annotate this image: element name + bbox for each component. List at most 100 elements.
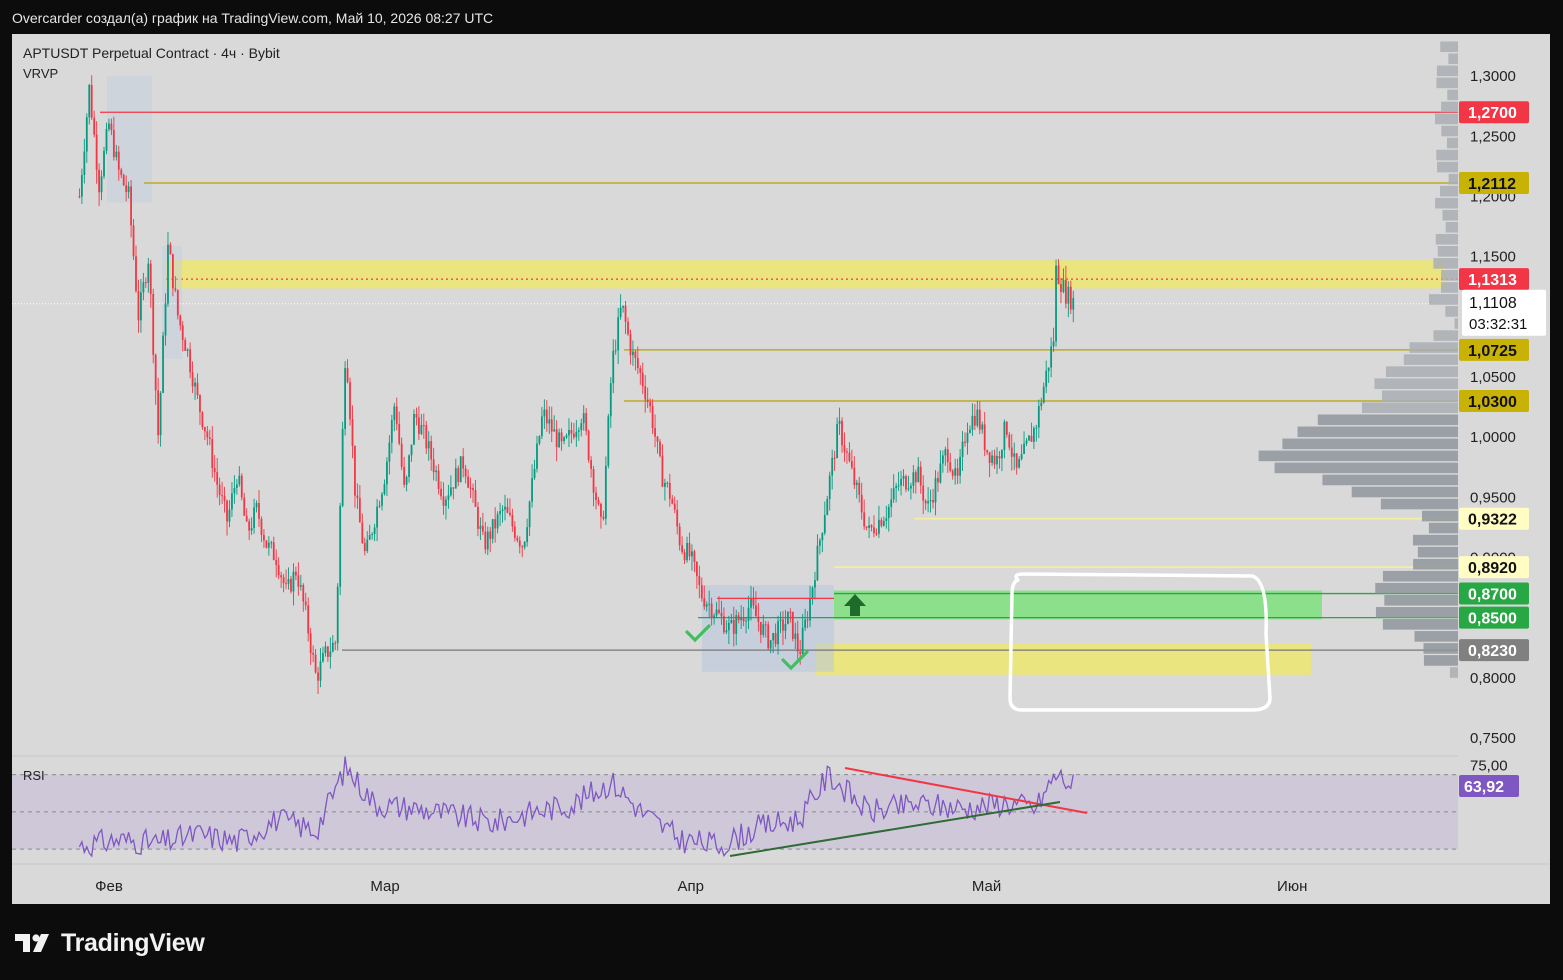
candle-body	[78, 196, 81, 198]
candle-body	[176, 290, 179, 316]
candle-body	[723, 616, 725, 633]
time-axis-label: Июн	[1277, 878, 1307, 895]
candle-body	[558, 432, 561, 448]
candle-body	[841, 420, 843, 446]
volume-profile-bar	[1297, 426, 1458, 438]
candle-body	[836, 424, 838, 459]
indicator-legend-vrvp[interactable]: VRVP	[23, 66, 58, 81]
candle-body	[545, 409, 548, 424]
candle-body	[533, 468, 536, 479]
candle-body	[1062, 280, 1065, 293]
candle-body	[390, 419, 393, 443]
candle-body	[103, 150, 105, 177]
candle-body	[260, 518, 263, 536]
candle-body	[83, 151, 86, 175]
candle-body	[791, 611, 794, 639]
candle-body	[572, 433, 575, 438]
candle-body	[718, 609, 720, 613]
candle-body	[413, 413, 415, 445]
volume-profile-bar	[1448, 53, 1458, 65]
candle-body	[666, 482, 669, 484]
volume-profile-bar	[1382, 390, 1458, 402]
volume-profile-bar	[1435, 113, 1458, 125]
candle-body	[245, 515, 248, 522]
candle-body	[1057, 265, 1060, 285]
price-tick-label: 1,3000	[1470, 68, 1516, 85]
symbol-legend[interactable]: APTUSDT Perpetual Contract · 4ч · Bybit	[23, 45, 280, 61]
volume-profile-bar	[1435, 233, 1458, 245]
candle-body	[710, 603, 713, 618]
candle-body	[216, 471, 219, 485]
candle-body	[887, 507, 890, 519]
candle-body	[410, 444, 413, 456]
volume-profile-bar	[1454, 318, 1458, 329]
candle-body	[636, 358, 639, 369]
price-label-text: 1,0725	[1468, 343, 1517, 360]
candle-body	[127, 186, 130, 193]
candle-body	[787, 611, 789, 624]
candle-body	[612, 350, 615, 384]
candle-body	[445, 499, 447, 506]
candle-body	[1035, 427, 1038, 429]
price-tick-label: 1,1500	[1470, 249, 1516, 266]
candle-body	[779, 619, 782, 622]
candle-body	[659, 441, 661, 456]
chart-canvas[interactable]: 1,30001,25001,20001,15001,10001,05001,00…	[12, 34, 1550, 904]
candle-body	[149, 263, 152, 294]
chart-svg[interactable]: 1,30001,25001,20001,15001,10001,05001,00…	[12, 34, 1550, 904]
candle-body	[125, 185, 128, 193]
volume-profile-bar	[1441, 270, 1458, 281]
candle-body	[363, 543, 366, 552]
candle-body	[764, 624, 767, 626]
candle-body	[354, 445, 356, 496]
candle-body	[449, 487, 452, 496]
candle-body	[818, 540, 821, 546]
candle-body	[253, 507, 255, 528]
candle-body	[811, 587, 814, 599]
price-label-text: 0,9322	[1468, 512, 1517, 529]
candle-body	[740, 617, 743, 621]
candle-body	[708, 603, 711, 605]
candle-body	[388, 442, 391, 462]
candle-body	[142, 282, 145, 293]
candle-body	[1047, 367, 1050, 371]
candle-body	[467, 476, 469, 488]
candle-body	[964, 441, 966, 443]
tradingview-logo[interactable]: TradingView	[15, 928, 205, 958]
candle-body	[442, 496, 445, 506]
candle-body	[440, 488, 442, 497]
price-label-text: 0,8500	[1468, 611, 1517, 628]
rsi-legend[interactable]: RSI	[23, 768, 45, 783]
candle-body	[501, 509, 504, 511]
candle-body	[959, 456, 961, 476]
price-tick-label: 1,0000	[1470, 429, 1516, 446]
candle-body	[506, 506, 509, 513]
candle-body	[238, 475, 241, 485]
candle-body	[809, 598, 811, 621]
candle-body	[376, 506, 378, 528]
candle-body	[917, 466, 920, 483]
candle-body	[206, 431, 209, 438]
candle-body	[966, 432, 969, 443]
candle-body	[243, 497, 246, 516]
candle-body	[164, 303, 167, 336]
volume-profile-bar	[1428, 522, 1458, 534]
candle-body	[258, 503, 260, 519]
candle-body	[513, 526, 516, 538]
candle-body	[267, 542, 270, 548]
candle-body	[356, 495, 359, 499]
candle-body	[203, 427, 206, 432]
candle-body	[577, 430, 580, 432]
candle-body	[378, 505, 381, 507]
candle-body	[695, 561, 698, 577]
candle-body	[956, 468, 959, 476]
candle-body	[622, 305, 624, 308]
candle-body	[1010, 447, 1013, 457]
candle-body	[304, 601, 307, 606]
candle-body	[265, 540, 268, 548]
rsi-tick-label: 75,00	[1470, 758, 1508, 775]
candle-body	[218, 484, 221, 496]
candle-body	[604, 465, 607, 519]
candle-body	[641, 372, 644, 387]
candle-body	[105, 129, 108, 151]
